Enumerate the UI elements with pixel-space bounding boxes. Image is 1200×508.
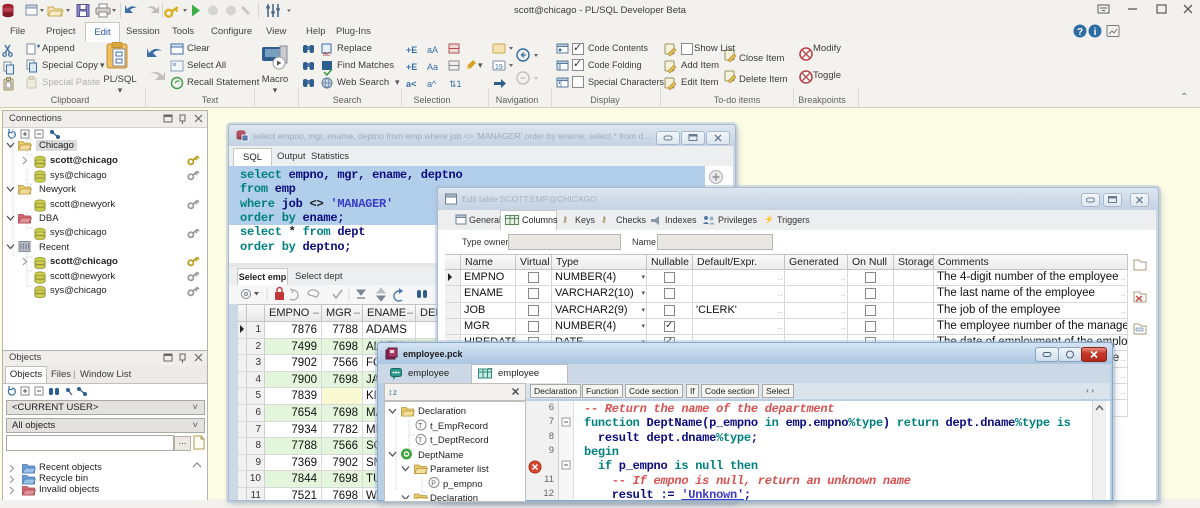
svg-text:P: P: [431, 481, 436, 488]
svg-text:¶: ¶: [559, 81, 563, 88]
svg-text:a<: a<: [406, 79, 416, 89]
svg-text:+E: +E: [406, 45, 417, 55]
svg-text:a^: a^: [427, 79, 437, 89]
svg-text:?: ?: [1077, 27, 1083, 38]
svg-text:+E: +E: [406, 62, 417, 72]
svg-text:19: 19: [495, 64, 503, 71]
svg-text:Aa: Aa: [427, 62, 438, 72]
svg-text:aA: aA: [427, 45, 438, 55]
svg-text:↕: ↕: [388, 387, 393, 397]
svg-text:T: T: [418, 438, 423, 445]
svg-text:z: z: [393, 388, 397, 397]
svg-text:i: i: [1094, 27, 1097, 38]
svg-text:T: T: [418, 423, 423, 430]
svg-text:⇅1: ⇅1: [449, 79, 462, 89]
svg-text:ac: ac: [323, 51, 331, 58]
